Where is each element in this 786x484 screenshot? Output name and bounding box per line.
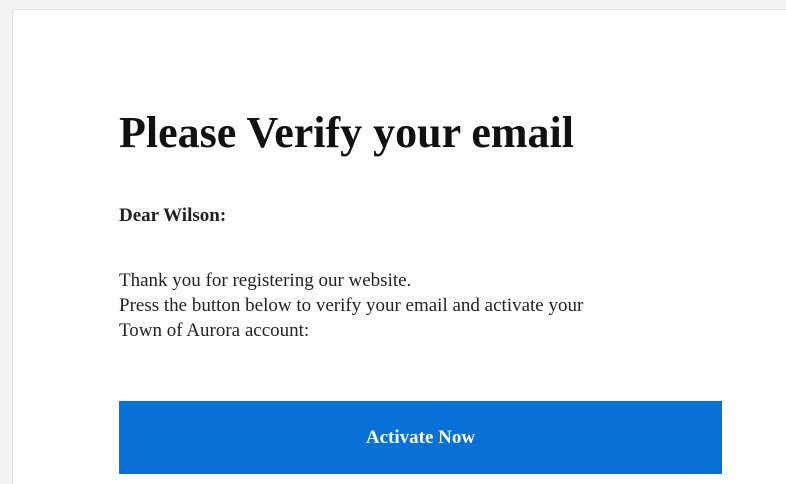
email-title: Please Verify your email [119, 108, 574, 157]
email-greeting: Dear Wilson: [119, 205, 227, 226]
email-card: Please Verify your email Dear Wilson: Th… [12, 9, 786, 484]
email-body-line: Thank you for registering our website. [119, 270, 412, 291]
activate-now-button[interactable]: Activate Now [119, 401, 722, 474]
email-body-line: Press the button below to verify your em… [119, 295, 584, 316]
email-body: Thank you for registering our website. P… [119, 268, 722, 343]
email-body-line: Town of Aurora account: [119, 320, 310, 341]
